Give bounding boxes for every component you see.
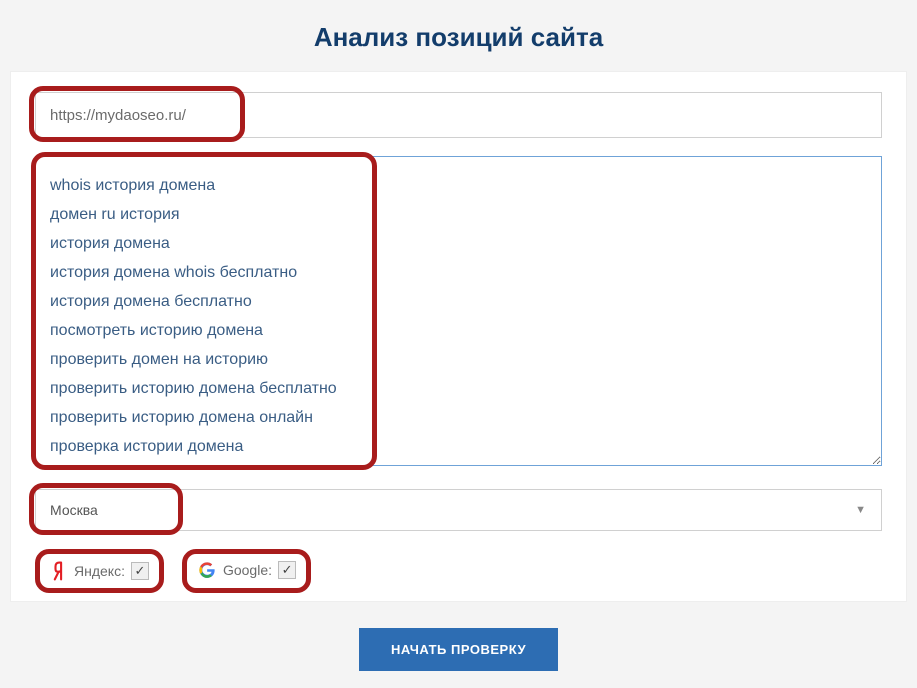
engine-google: Google: ✓ bbox=[182, 549, 311, 593]
google-icon bbox=[197, 560, 217, 580]
engine-yandex: Яндекс: ✓ bbox=[35, 549, 164, 593]
google-label: Google: bbox=[223, 562, 272, 578]
url-row bbox=[35, 92, 882, 138]
form-container: Москва ▼ Яндекс: ✓ bbox=[10, 71, 907, 602]
submit-row: НАЧАТЬ ПРОВЕРКУ bbox=[0, 602, 917, 671]
region-row: Москва ▼ bbox=[35, 489, 882, 531]
yandex-checkbox[interactable]: ✓ bbox=[131, 562, 149, 580]
page-title: Анализ позиций сайта bbox=[0, 0, 917, 71]
submit-button[interactable]: НАЧАТЬ ПРОВЕРКУ bbox=[359, 628, 558, 671]
engines-row: Яндекс: ✓ Google: ✓ bbox=[35, 549, 882, 593]
keywords-row bbox=[35, 156, 882, 471]
yandex-label: Яндекс: bbox=[74, 563, 125, 579]
yandex-icon bbox=[50, 560, 68, 582]
keywords-textarea[interactable] bbox=[35, 156, 882, 466]
google-checkbox[interactable]: ✓ bbox=[278, 561, 296, 579]
region-select[interactable]: Москва bbox=[35, 489, 882, 531]
url-input[interactable] bbox=[35, 92, 882, 138]
